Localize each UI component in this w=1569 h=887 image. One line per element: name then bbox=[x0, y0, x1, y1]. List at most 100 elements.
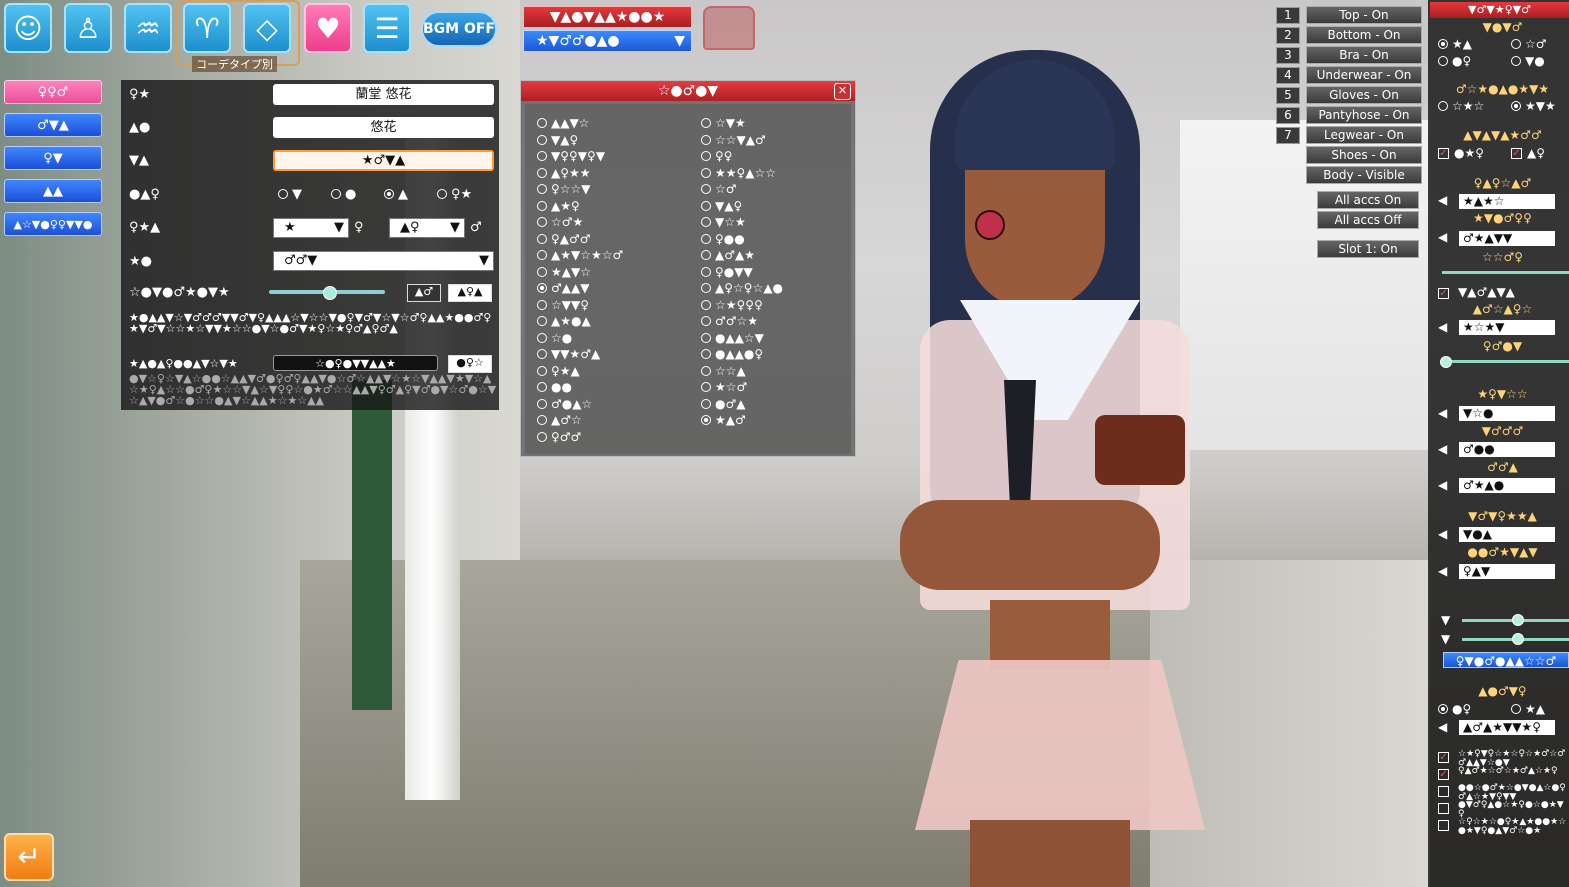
list-item[interactable]: ●♂▲ bbox=[701, 397, 745, 411]
body-icon[interactable]: ♙ bbox=[64, 3, 112, 53]
slot-number[interactable]: 3 bbox=[1276, 47, 1300, 64]
left-arrow-icon[interactable]: ◀ bbox=[1438, 720, 1447, 734]
right-slider-2-track[interactable] bbox=[1442, 360, 1569, 363]
list-item[interactable]: ▲★♀ bbox=[537, 199, 580, 213]
radio-option-2[interactable]: ● bbox=[331, 187, 356, 202]
radio-option-4[interactable]: ♀★ bbox=[437, 187, 472, 202]
left-arrow-icon[interactable]: ◀ bbox=[1438, 564, 1447, 578]
list-item[interactable]: ▲▲▼☆ bbox=[537, 116, 589, 130]
birth-month-select[interactable]: ★ ▼ bbox=[273, 218, 349, 238]
list-item[interactable]: ▲★▼☆★☆♂ bbox=[537, 248, 623, 262]
face-icon[interactable]: ☺ bbox=[4, 3, 52, 53]
right-radio-5[interactable]: ☆★☆ bbox=[1438, 99, 1484, 113]
right-slider-3-knob[interactable] bbox=[1512, 614, 1524, 626]
list-item[interactable]: ☆▼★ bbox=[701, 116, 746, 130]
clothing-toggle-button[interactable]: Gloves - On bbox=[1306, 86, 1422, 104]
list-item[interactable]: ♀♂♂ bbox=[537, 430, 581, 444]
accessory-icon[interactable]: ◇ bbox=[243, 3, 291, 53]
list-item[interactable]: ▼▲♀ bbox=[701, 199, 742, 213]
nav-item-3[interactable]: ♀▼ bbox=[4, 146, 102, 170]
list-item[interactable]: ♀★▲ bbox=[537, 364, 580, 378]
all-accs-on-button[interactable]: All accs On bbox=[1317, 191, 1419, 209]
left-arrow-icon[interactable]: ◀ bbox=[1438, 320, 1447, 334]
list-item[interactable]: ♂●▲☆ bbox=[537, 397, 592, 411]
right-box-9[interactable]: ▲♂▲★▼▼★♀ bbox=[1459, 720, 1555, 735]
list-item[interactable]: ▼♀♀▼♀▼ bbox=[537, 149, 605, 163]
right-checkbox[interactable]: ✓ bbox=[1438, 769, 1449, 780]
list-item[interactable]: ☆● bbox=[537, 331, 572, 345]
right-checkbox-3[interactable]: ✓ bbox=[1438, 288, 1449, 299]
list-item[interactable]: ♂▲▲▼ bbox=[537, 281, 589, 295]
slot-number[interactable]: 6 bbox=[1276, 107, 1300, 124]
slot-number[interactable]: 1 bbox=[1276, 7, 1300, 24]
coordinate-select[interactable]: ★▼♂♂●▲● ▼ bbox=[523, 30, 692, 52]
clothing-toggle-button[interactable]: Legwear - On bbox=[1306, 126, 1422, 144]
list-item[interactable]: ☆♂★ bbox=[537, 215, 583, 229]
all-accs-off-button[interactable]: All accs Off bbox=[1317, 211, 1419, 229]
clothes-icon[interactable]: ♈ bbox=[183, 3, 231, 53]
right-checkbox-1[interactable]: ✓ bbox=[1438, 148, 1449, 159]
nickname-input[interactable]: 悠花 bbox=[273, 117, 494, 138]
right-box-2[interactable]: ♂★▲▼▼ bbox=[1459, 231, 1555, 246]
right-radio-7[interactable]: ●♀ bbox=[1438, 702, 1471, 716]
right-box-3[interactable]: ★☆★▼ bbox=[1459, 320, 1555, 335]
clothing-toggle-button[interactable]: Shoes - On bbox=[1306, 146, 1422, 164]
list-item[interactable]: ▼▼★♂▲ bbox=[537, 347, 600, 361]
list-item[interactable]: ★▲▼☆ bbox=[537, 265, 591, 279]
down-arrow-icon[interactable]: ▼ bbox=[1441, 613, 1450, 627]
radio-option-1[interactable]: ▼ bbox=[278, 187, 302, 202]
right-checkbox-2[interactable]: ✓ bbox=[1511, 148, 1522, 159]
list-item[interactable]: ●● bbox=[537, 380, 572, 394]
right-checkbox[interactable] bbox=[1438, 786, 1449, 797]
right-checkbox[interactable]: ✓ bbox=[1438, 752, 1449, 763]
left-arrow-icon[interactable]: ◀ bbox=[1438, 230, 1447, 244]
third-input[interactable]: ★♂▼▲ bbox=[273, 150, 494, 171]
right-radio-1[interactable]: ★▲ bbox=[1438, 37, 1472, 51]
right-box-7[interactable]: ▼●▲ bbox=[1459, 527, 1555, 542]
list-item[interactable]: ♀☆☆▼ bbox=[537, 182, 591, 196]
down-arrow-icon[interactable]: ▼ bbox=[1441, 632, 1450, 646]
return-icon[interactable]: ↵ bbox=[4, 833, 54, 881]
heart-icon[interactable]: ♥ bbox=[304, 3, 352, 53]
clothing-toggle-button[interactable]: Bra - On bbox=[1306, 46, 1422, 64]
left-arrow-icon[interactable]: ◀ bbox=[1438, 442, 1447, 456]
slot-number[interactable]: 4 bbox=[1276, 67, 1300, 84]
right-radio-6[interactable]: ★▼★ bbox=[1511, 99, 1556, 113]
nav-item-5[interactable]: ▲☆▼●♀♀▼▼● bbox=[4, 212, 102, 236]
list-item[interactable]: ☆★♀♀♀ bbox=[701, 298, 763, 312]
list-item[interactable]: ▲♀☆♀☆▲● bbox=[701, 281, 783, 295]
clothing-toggle-button[interactable]: Bottom - On bbox=[1306, 26, 1422, 44]
type-select[interactable]: ♂♂▼ ▼ bbox=[273, 251, 494, 271]
close-icon[interactable]: ✕ bbox=[834, 83, 851, 100]
list-item[interactable]: ★☆♂ bbox=[701, 380, 747, 394]
slot-button[interactable]: Slot 1: On bbox=[1317, 240, 1419, 258]
list-item[interactable]: ▼☆★ bbox=[701, 215, 746, 229]
left-arrow-icon[interactable]: ◀ bbox=[1438, 406, 1447, 420]
list-item[interactable]: ★★♀▲☆☆ bbox=[701, 166, 776, 180]
sub-button[interactable]: ●♀☆ bbox=[448, 355, 492, 373]
list-item[interactable]: ▲★●▲ bbox=[537, 314, 591, 328]
clothing-toggle-button[interactable]: Underwear - On bbox=[1306, 66, 1422, 84]
coordinate-name-bar[interactable]: ▼▲●▼▲▲★●●★ bbox=[523, 6, 692, 28]
list-item[interactable]: ♀▲♂♂ bbox=[537, 232, 591, 246]
slider-button-2[interactable]: ▲♀▲ bbox=[448, 284, 492, 302]
character-model[interactable] bbox=[900, 50, 1210, 887]
left-arrow-icon[interactable]: ◀ bbox=[1438, 193, 1447, 207]
list-item[interactable]: ☆♂ bbox=[701, 182, 737, 196]
list-item[interactable]: ♂♂☆★ bbox=[701, 314, 758, 328]
right-radio-3[interactable]: ●♀ bbox=[1438, 54, 1471, 68]
list-item[interactable]: ☆☆▲ bbox=[701, 364, 746, 378]
clothing-toggle-button[interactable]: Body - Visible bbox=[1306, 166, 1422, 184]
right-checkbox[interactable] bbox=[1438, 803, 1449, 814]
left-arrow-icon[interactable]: ◀ bbox=[1438, 527, 1447, 541]
list-item[interactable]: ☆☆▼▲♂ bbox=[701, 133, 766, 147]
right-blue-button[interactable]: ♀▼●♂●▲▲☆☆♂ bbox=[1443, 652, 1569, 668]
sub-input[interactable]: ☆●♀●▼▼▲▲★ bbox=[273, 355, 438, 371]
bgm-toggle-button[interactable]: BGM OFF bbox=[421, 11, 497, 47]
nav-item-4[interactable]: ▲▲ bbox=[4, 179, 102, 203]
right-radio-4[interactable]: ▼● bbox=[1511, 54, 1545, 68]
clothing-toggle-button[interactable]: Pantyhose - On bbox=[1306, 106, 1422, 124]
nav-item-2[interactable]: ♂▼▲ bbox=[4, 113, 102, 137]
list-item[interactable]: ▼▲♀ bbox=[537, 133, 578, 147]
list-item[interactable]: ★▲♂ bbox=[701, 413, 746, 427]
